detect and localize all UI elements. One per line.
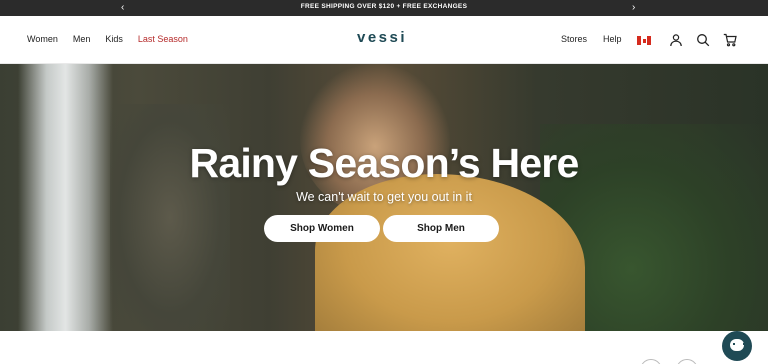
nav-women[interactable]: Women xyxy=(27,34,58,44)
announcement-bar: ‹ FREE SHIPPING OVER $120 + FREE EXCHANG… xyxy=(0,0,768,16)
shop-men-button[interactable]: Shop Men xyxy=(383,215,499,242)
hero-banner: Rainy Season’s Here We can't wait to get… xyxy=(0,64,768,331)
hero-subtitle: We can't wait to get you out in it xyxy=(296,190,472,204)
nav-men[interactable]: Men xyxy=(73,34,91,44)
hero-title: Rainy Season’s Here xyxy=(189,140,580,186)
shop-women-button[interactable]: Shop Women xyxy=(264,215,380,242)
nav-last-season[interactable]: Last Season xyxy=(138,34,188,44)
site-header: Women Men Kids Last Season vessi Stores … xyxy=(0,16,768,64)
search-icon[interactable] xyxy=(696,33,710,47)
chat-button[interactable] xyxy=(722,331,752,361)
vessi-logo[interactable]: vessi xyxy=(357,29,407,46)
account-icon[interactable] xyxy=(669,33,683,47)
announcement-message: FREE SHIPPING OVER $120 + FREE EXCHANGES xyxy=(300,3,468,10)
next-section-peek xyxy=(0,331,768,364)
primary-nav: Women Men Kids Last Season xyxy=(27,34,203,44)
hero-background-rock xyxy=(110,104,230,331)
carousel-next-button[interactable] xyxy=(676,359,698,364)
cart-icon[interactable] xyxy=(723,33,737,47)
chat-icon xyxy=(730,339,745,351)
canada-flag-icon[interactable] xyxy=(637,36,651,45)
announcement-next-arrow[interactable]: › xyxy=(632,1,635,15)
nav-stores[interactable]: Stores xyxy=(561,34,587,44)
nav-help[interactable]: Help xyxy=(603,34,622,44)
nav-kids[interactable]: Kids xyxy=(105,34,123,44)
carousel-prev-button[interactable] xyxy=(640,359,662,364)
secondary-nav: Stores Help xyxy=(561,34,638,44)
